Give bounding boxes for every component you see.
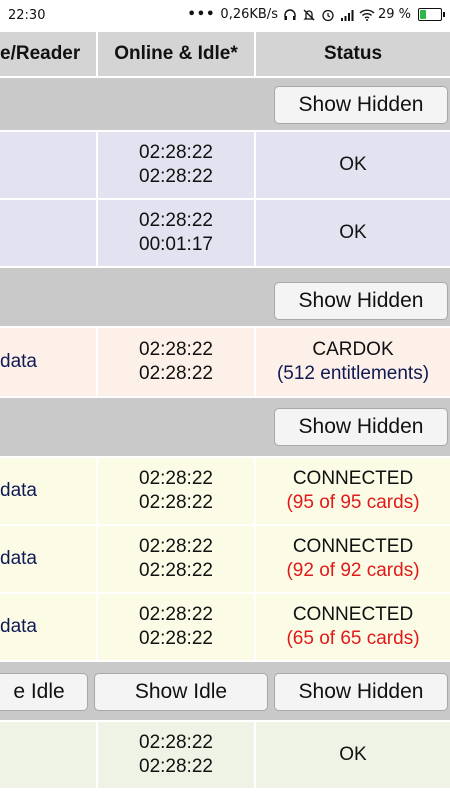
header-reader: e/Reader: [0, 32, 96, 76]
notification-dots: •••: [187, 7, 216, 22]
reader-cell: [0, 722, 96, 788]
status-cell: CARDOK (512 entitlements): [256, 328, 450, 396]
battery-icon: [418, 8, 445, 21]
online-idle-cell: 02:28:22 02:28:22: [98, 328, 254, 396]
wifi-icon: [359, 8, 375, 22]
mute-icon: [302, 8, 316, 22]
status-note: (92 of 92 cards): [286, 560, 420, 581]
reader-text: data: [0, 548, 37, 569]
sessions-table: e/Reader Online & Idle* Status Show Hidd…: [0, 32, 450, 800]
status-cell: OK: [256, 200, 450, 266]
status-text: CONNECTED: [292, 468, 414, 489]
online-idle-cell: 02:28:22 02:28:22: [98, 132, 254, 198]
reader-text: data: [0, 616, 37, 637]
online-time: 02:28:22: [139, 468, 213, 489]
reader-cell: data: [0, 328, 96, 396]
network-speed: 0,26KB/s: [220, 7, 278, 22]
reader-cell: data: [0, 594, 96, 660]
online-time: 02:28:22: [139, 339, 213, 360]
status-note: (512 entitlements): [276, 363, 430, 384]
header-status: Status: [256, 32, 450, 76]
status-bar: 22:30 ••• 0,26KB/s 29 %: [0, 0, 450, 32]
reader-cell: [0, 200, 96, 266]
status-text: CARDOK: [312, 339, 394, 360]
online-idle-cell: 02:28:22 02:28:22: [98, 594, 254, 660]
status-text: OK: [339, 744, 367, 765]
online-time: 02:28:22: [139, 604, 213, 625]
status-cell: CONNECTED (65 of 65 cards): [256, 594, 450, 660]
idle-time: 02:28:22: [139, 363, 213, 384]
signal-icon: [340, 8, 354, 22]
reader-cell: data: [0, 458, 96, 524]
idle-time: 02:28:22: [139, 166, 213, 187]
idle-time: 00:01:17: [139, 234, 213, 255]
status-note: (65 of 65 cards): [286, 628, 420, 649]
online-time: 02:28:22: [139, 210, 213, 231]
online-time: 02:28:22: [139, 536, 213, 557]
show-idle-button-partial[interactable]: e Idle: [0, 673, 88, 711]
reader-text: data: [0, 351, 37, 372]
online-idle-cell: 02:28:22 02:28:22: [98, 526, 254, 592]
status-icons: ••• 0,26KB/s 29 %: [187, 7, 445, 22]
idle-time: 02:28:22: [139, 492, 213, 513]
status-cell: CONNECTED (92 of 92 cards): [256, 526, 450, 592]
battery-fill: [420, 10, 427, 19]
online-idle-cell: 02:28:22 02:28:22: [98, 722, 254, 788]
online-idle-cell: 02:28:22 02:28:22: [98, 458, 254, 524]
clock: 22:30: [8, 8, 46, 23]
online-time: 02:28:22: [139, 142, 213, 163]
show-hidden-button[interactable]: Show Hidden: [274, 408, 448, 446]
status-text: CONNECTED: [292, 604, 414, 625]
idle-time: 02:28:22: [139, 628, 213, 649]
alarm-icon: [321, 8, 335, 22]
status-cell: OK: [256, 132, 450, 198]
status-text: CONNECTED: [292, 536, 414, 557]
status-cell: OK: [256, 722, 450, 788]
show-hidden-button[interactable]: Show Hidden: [274, 673, 448, 711]
online-idle-cell: 02:28:22 00:01:17: [98, 200, 254, 266]
show-hidden-button[interactable]: Show Hidden: [274, 86, 448, 124]
status-text: OK: [339, 154, 367, 175]
header-online-idle: Online & Idle*: [98, 32, 254, 76]
reader-cell: [0, 132, 96, 198]
status-note: (95 of 95 cards): [286, 492, 420, 513]
show-hidden-button[interactable]: Show Hidden: [274, 282, 448, 320]
online-time: 02:28:22: [139, 732, 213, 753]
idle-time: 02:28:22: [139, 560, 213, 581]
headphones-icon: [283, 8, 297, 22]
reader-cell: data: [0, 526, 96, 592]
battery-percent: 29 %: [377, 7, 411, 22]
status-cell: CONNECTED (95 of 95 cards): [256, 458, 450, 524]
show-idle-button[interactable]: Show Idle: [94, 673, 268, 711]
idle-time: 02:28:22: [139, 756, 213, 777]
reader-text: data: [0, 480, 37, 501]
status-text: OK: [339, 222, 367, 243]
